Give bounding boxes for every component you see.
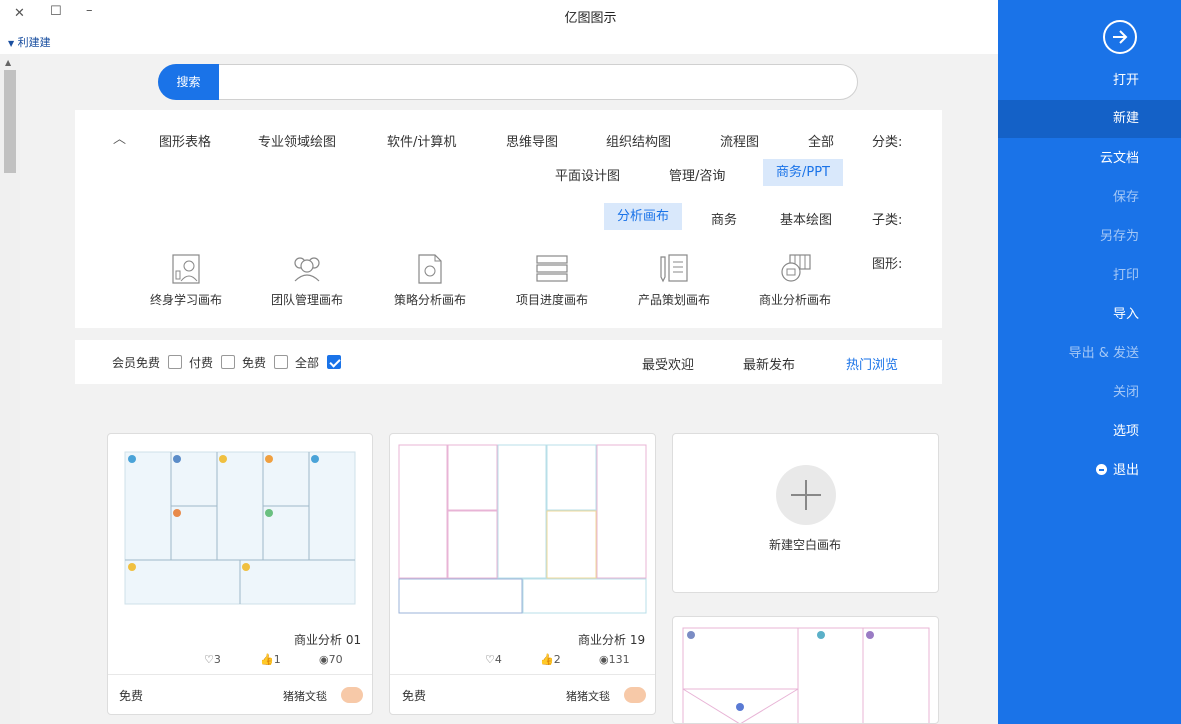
strategy-analysis-icon — [418, 254, 442, 284]
shape-label: 策略分析画布 — [393, 293, 466, 307]
sort-bar: 热门浏览 最新发布 最受欢迎 全部 免费 付费 会员免费 — [75, 340, 942, 384]
filter-free-label: 免费 — [242, 356, 267, 370]
filter-member-free-checkbox[interactable] — [168, 355, 182, 369]
category-professional[interactable]: 专业领域绘图 — [258, 131, 336, 150]
search-button[interactable]: 搜索 — [158, 64, 219, 100]
shapes-label: 图形: — [872, 257, 903, 272]
template-card[interactable]: 商业分析 19 ◉131 👍2 ♡4 猪猪文毯 免费 — [389, 433, 656, 715]
category-software[interactable]: 软件/计算机 — [387, 131, 456, 150]
product-plan-icon — [660, 254, 688, 283]
new-blank-label: 新建空白画布 — [769, 538, 842, 552]
category-graphic-design[interactable]: 平面设计图 — [555, 165, 620, 184]
menu-options[interactable]: 选项 — [998, 413, 1181, 451]
template-card[interactable]: 商业分析 01 ◉70 👍1 ♡3 猪猪文毯 免费 — [107, 433, 373, 715]
menu-print[interactable]: 打印 — [998, 257, 1181, 295]
exit-icon — [1095, 464, 1107, 475]
author-avatar — [341, 687, 363, 703]
filter-paid-checkbox[interactable] — [221, 355, 235, 369]
open-arrow-icon[interactable] — [1103, 20, 1137, 54]
template-thumbnail — [124, 451, 356, 605]
subcategory-label: 子类: — [872, 213, 903, 228]
menu-import[interactable]: 导入 — [998, 296, 1181, 334]
views-count: ◉70 — [319, 653, 343, 666]
subcategory-basic[interactable]: 基本绘图 — [780, 209, 832, 228]
author-avatar — [624, 687, 646, 703]
author-name[interactable]: 猪猪文毯 — [566, 688, 610, 704]
plus-icon — [776, 465, 836, 525]
shape-business-canvas[interactable]: 商业分析画布 — [740, 253, 850, 308]
menu-save[interactable]: 保存 — [998, 179, 1181, 217]
shape-label: 团队管理画布 — [270, 293, 343, 307]
filter-free-checkbox[interactable] — [274, 355, 288, 369]
title-bar: ✕ ☐ – 亿图图示 — [0, 0, 998, 30]
views-count: ◉131 — [599, 653, 630, 666]
menu-close[interactable]: 关闭 — [998, 374, 1181, 412]
sort-popular[interactable]: 最受欢迎 — [642, 354, 694, 373]
shape-label: 产品策划画布 — [637, 293, 710, 307]
favorites-count[interactable]: ♡3 — [204, 653, 221, 666]
author-name[interactable]: 猪猪文毯 — [283, 688, 327, 704]
sort-newest[interactable]: 最新发布 — [743, 354, 795, 373]
template-title: 商业分析 01 — [294, 633, 362, 647]
user-account[interactable]: ▼ 利建建 — [8, 34, 51, 50]
category-label: 分类: — [872, 135, 903, 150]
filter-all-label: 全部 — [295, 356, 320, 370]
user-bar: ▼ 利建建 — [0, 30, 998, 54]
sort-hot[interactable]: 热门浏览 — [846, 354, 898, 373]
card-divider — [390, 674, 655, 675]
menu-cloud-docs[interactable]: 云文档 — [998, 140, 1181, 178]
project-progress-icon — [536, 255, 568, 282]
filter-all-checkbox[interactable] — [327, 355, 341, 369]
filter-panel: 分类: 全部 流程图 组织结构图 思维导图 软件/计算机 专业领域绘图 图形表格… — [75, 110, 942, 328]
shape-strategy-analysis[interactable]: 策略分析画布 — [375, 253, 485, 308]
new-blank-canvas-card[interactable]: 新建空白画布 — [672, 433, 939, 593]
price-badge: 免费 — [402, 689, 427, 703]
category-flowchart[interactable]: 流程图 — [720, 131, 759, 150]
likes-count[interactable]: 👍1 — [260, 653, 281, 666]
scrollbar-thumb[interactable] — [4, 70, 16, 173]
scroll-up-icon[interactable]: ▲ — [5, 58, 11, 67]
category-all[interactable]: 全部 — [808, 131, 834, 150]
shape-label: 商业分析画布 — [758, 293, 831, 307]
category-org-chart[interactable]: 组织结构图 — [606, 131, 671, 150]
collapse-chevron-icon[interactable]: ︿ — [113, 128, 126, 147]
filter-member-free-label: 会员免费 — [112, 356, 161, 370]
shape-team-management[interactable]: 团队管理画布 — [252, 253, 362, 308]
category-management[interactable]: 管理/咨询 — [669, 165, 725, 184]
menu-open[interactable]: 打开 — [998, 62, 1181, 100]
shape-lifelong-learning[interactable]: 终身学习画布 — [131, 253, 241, 308]
template-thumbnail — [682, 627, 930, 723]
menu-save-as[interactable]: 另存为 — [998, 218, 1181, 256]
team-management-icon — [294, 257, 320, 282]
subcategory-analysis-canvas[interactable]: 分析画布 — [604, 203, 683, 230]
filter-paid-label: 付费 — [189, 356, 214, 370]
shape-project-progress[interactable]: 项目进度画布 — [497, 253, 607, 308]
shape-label: 终身学习画布 — [149, 293, 222, 307]
file-menu-sidebar: 打开 新建 云文档 保存 另存为 打印 导入 导出 & 发送 关闭 选项 退出 — [998, 0, 1181, 724]
menu-export-send[interactable]: 导出 & 发送 — [998, 335, 1181, 373]
menu-new[interactable]: 新建 — [998, 100, 1181, 138]
likes-count[interactable]: 👍2 — [540, 653, 561, 666]
card-divider — [108, 674, 372, 675]
shape-label: 项目进度画布 — [515, 293, 588, 307]
business-canvas-icon — [781, 254, 811, 282]
category-mind-map[interactable]: 思维导图 — [506, 131, 558, 150]
template-title: 商业分析 19 — [578, 633, 646, 647]
template-thumbnail — [398, 444, 647, 614]
search-input[interactable] — [219, 65, 849, 99]
shape-product-plan[interactable]: 产品策划画布 — [619, 253, 729, 308]
lifelong-learning-icon — [172, 254, 200, 284]
favorites-count[interactable]: ♡4 — [485, 653, 502, 666]
price-badge: 免费 — [119, 689, 144, 703]
search-box: 搜索 — [158, 64, 858, 100]
category-graphic-tables[interactable]: 图形表格 — [159, 131, 211, 150]
template-card-partial[interactable] — [672, 616, 939, 724]
category-business-ppt[interactable]: 商务/PPT — [763, 159, 843, 186]
subcategory-business[interactable]: 商务 — [711, 209, 737, 228]
menu-exit[interactable]: 退出 — [998, 452, 1181, 490]
